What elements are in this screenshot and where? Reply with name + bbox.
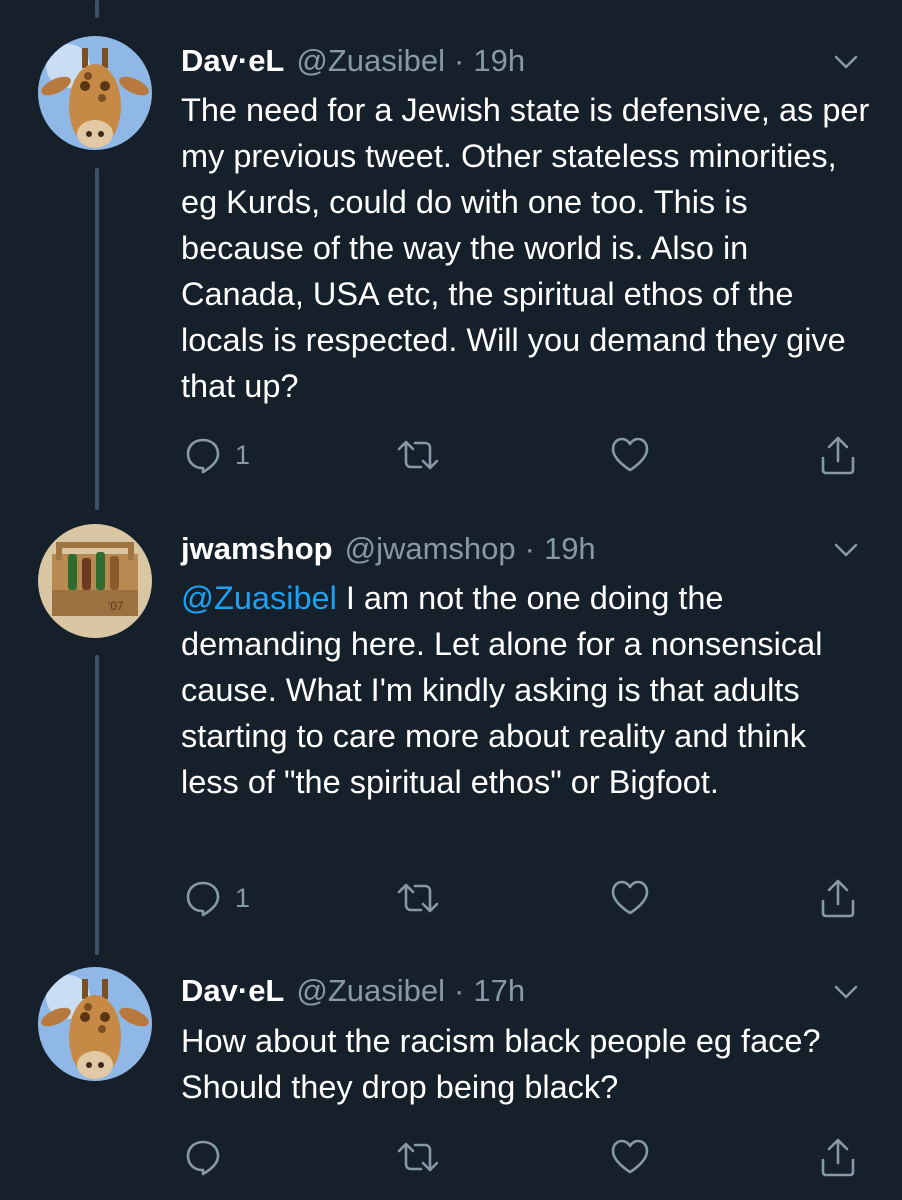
share-button[interactable]	[817, 1132, 859, 1182]
retweet-icon	[397, 440, 439, 470]
user-handle[interactable]: @Zuasibel	[296, 973, 445, 1009]
share-button[interactable]	[817, 873, 859, 923]
like-button[interactable]	[609, 430, 651, 480]
user-handle[interactable]: @jwamshop	[345, 531, 516, 567]
giraffe-avatar-icon	[38, 36, 152, 150]
display-name[interactable]: Dav·eL	[181, 43, 284, 79]
tweet-actions	[181, 1132, 871, 1182]
tweet[interactable]: Dav·eL @Zuasibel · 19h The need for a Je…	[0, 0, 902, 490]
chevron-down-icon[interactable]	[830, 534, 862, 566]
tweet-actions: 1	[181, 873, 871, 923]
reply-count: 1	[235, 439, 251, 470]
avatar[interactable]: '07	[38, 524, 152, 638]
tweet-header: Dav·eL @Zuasibel · 19h	[181, 36, 525, 86]
avatar[interactable]	[38, 967, 152, 1081]
heart-icon	[611, 880, 649, 915]
giraffe-avatar-icon	[38, 967, 152, 1081]
tweet-header: Dav·eL @Zuasibel · 17h	[181, 966, 525, 1016]
share-icon	[821, 436, 855, 475]
separator: ·	[524, 531, 535, 566]
user-handle[interactable]: @Zuasibel	[296, 43, 445, 79]
retweet-icon	[397, 883, 439, 913]
tweet[interactable]: '07 jwamshop @jwamshop · 19h @Zuasibel I…	[0, 490, 902, 950]
mention-link[interactable]: @Zuasibel	[181, 580, 337, 616]
retweet-icon	[397, 1142, 439, 1172]
retweet-button[interactable]	[395, 1132, 441, 1182]
retweet-button[interactable]	[395, 430, 441, 480]
timestamp[interactable]: 19h	[544, 531, 596, 567]
heart-icon	[611, 1139, 649, 1174]
reply-icon	[186, 1140, 220, 1176]
avatar[interactable]	[38, 36, 152, 150]
reply-icon	[186, 881, 220, 917]
separator: ·	[454, 43, 465, 78]
tweet-header: jwamshop @jwamshop · 19h	[181, 524, 596, 574]
share-icon	[821, 1138, 855, 1177]
reply-button[interactable]	[183, 1132, 223, 1182]
reply-count: 1	[235, 882, 251, 913]
tweet[interactable]: Dav·eL @Zuasibel · 17h How about the rac…	[0, 950, 902, 1200]
tweet-body: How about the racism black people eg fac…	[181, 1023, 821, 1105]
separator: ·	[454, 973, 465, 1008]
tweet-body: The need for a Jewish state is defensive…	[181, 92, 870, 404]
reply-button[interactable]: 1	[183, 873, 250, 923]
like-button[interactable]	[609, 1132, 651, 1182]
retweet-button[interactable]	[395, 873, 441, 923]
tweet-text: How about the racism black people eg fac…	[181, 1018, 871, 1110]
tweet-actions: 1	[181, 430, 871, 480]
tweet-text: The need for a Jewish state is defensive…	[181, 87, 871, 409]
heart-icon	[611, 437, 649, 472]
share-icon	[821, 879, 855, 918]
reply-button[interactable]: 1	[183, 430, 250, 480]
timestamp[interactable]: 19h	[473, 43, 525, 79]
display-name[interactable]: jwamshop	[181, 531, 333, 567]
chevron-down-icon[interactable]	[830, 976, 862, 1008]
chevron-down-icon[interactable]	[830, 46, 862, 78]
display-name[interactable]: Dav·eL	[181, 973, 284, 1009]
timestamp[interactable]: 17h	[473, 973, 525, 1009]
reply-icon	[186, 438, 220, 474]
like-button[interactable]	[609, 873, 651, 923]
bottle-crate-avatar-icon: '07	[38, 524, 152, 638]
svg-text:'07: '07	[108, 599, 124, 613]
tweet-text: @Zuasibel I am not the one doing the dem…	[181, 575, 871, 805]
share-button[interactable]	[817, 430, 859, 480]
